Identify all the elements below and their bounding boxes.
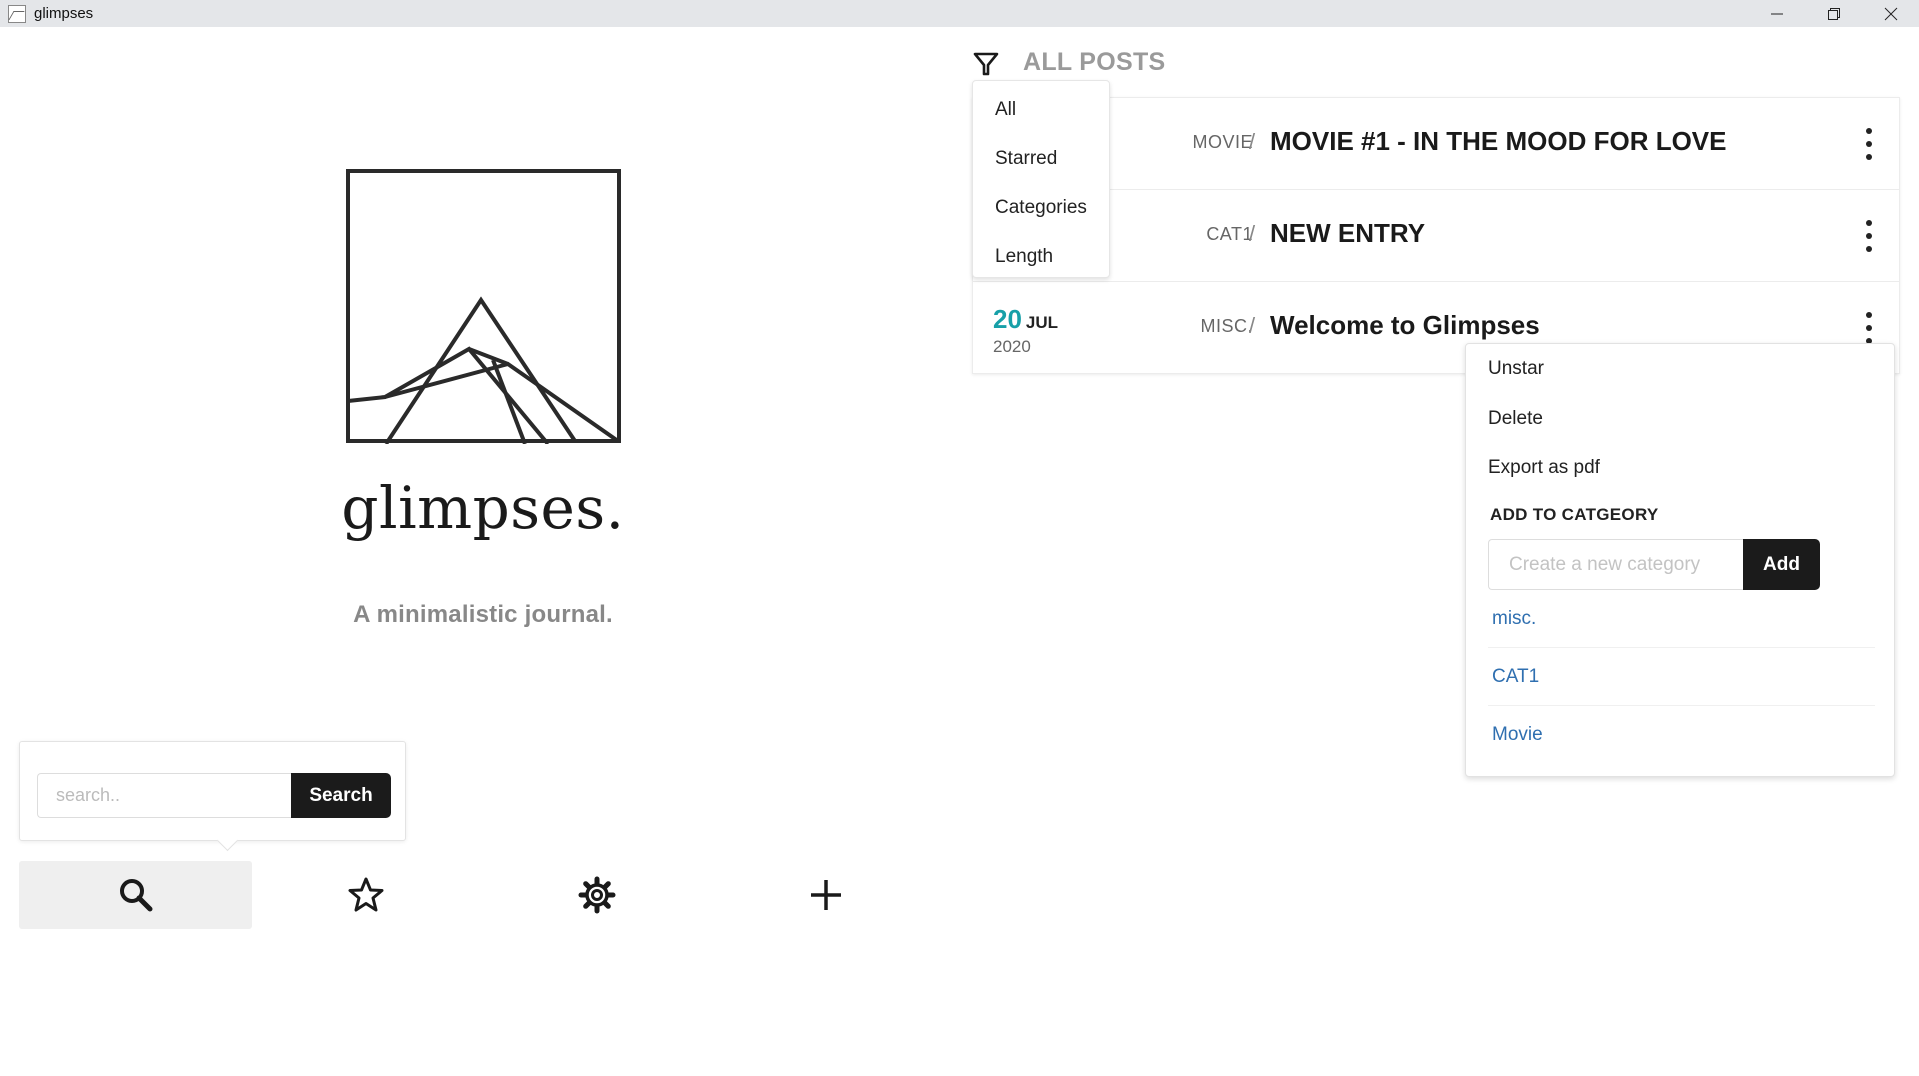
unstar-menu-item[interactable]: Unstar	[1488, 358, 1544, 380]
nav-settings-button[interactable]	[480, 861, 713, 929]
window-controls	[1748, 0, 1919, 27]
plus-icon	[810, 880, 841, 910]
minimize-icon	[1770, 13, 1783, 14]
title-bar: glimpses	[0, 0, 1919, 27]
post-list: MOVIE / MOVIE #1 - IN THE MOOD FOR LOVE …	[972, 97, 1900, 374]
delete-menu-item[interactable]: Delete	[1488, 408, 1543, 430]
post-date-month: JUL	[1025, 313, 1059, 332]
maximize-button[interactable]	[1805, 0, 1862, 27]
nav-search-button[interactable]	[19, 861, 252, 929]
add-to-category-heading: ADD TO CATGEORY	[1490, 505, 1659, 524]
category-list: misc. CAT1 Movie	[1488, 590, 1875, 764]
post-category: CAT1	[1206, 224, 1253, 244]
brand-name: glimpses.	[341, 474, 625, 542]
post-row[interactable]: MOVIE / MOVIE #1 - IN THE MOOD FOR LOVE	[973, 98, 1899, 190]
mountain-logo-icon	[346, 169, 621, 444]
category-option[interactable]: misc.	[1488, 590, 1875, 648]
add-category-button[interactable]: Add	[1743, 539, 1820, 590]
export-pdf-menu-item[interactable]: Export as pdf	[1488, 457, 1600, 479]
post-date-year: 2020	[993, 337, 1031, 356]
post-category: MOVIE	[1192, 132, 1253, 152]
close-icon	[1884, 7, 1897, 20]
post-title[interactable]: MOVIE #1 - IN THE MOOD FOR LOVE	[1270, 126, 1727, 157]
post-title[interactable]: NEW ENTRY	[1270, 218, 1425, 249]
more-options-icon[interactable]	[1863, 220, 1875, 252]
window-title: glimpses	[34, 5, 94, 22]
search-icon	[119, 879, 152, 912]
filter-dropdown: All Starred Categories Length	[972, 80, 1110, 278]
post-row[interactable]: CAT1 / NEW ENTRY	[973, 190, 1899, 282]
post-separator: /	[1249, 313, 1256, 338]
post-separator: /	[1249, 129, 1256, 154]
category-option[interactable]: CAT1	[1488, 648, 1875, 706]
minimize-button[interactable]	[1748, 0, 1805, 27]
new-category-input[interactable]	[1488, 539, 1744, 590]
close-button[interactable]	[1862, 0, 1919, 27]
post-date-day: 20	[993, 304, 1022, 334]
posts-filter-heading[interactable]: ALL POSTS	[1023, 48, 1166, 77]
more-options-icon[interactable]	[1863, 128, 1875, 160]
search-input[interactable]	[37, 773, 292, 818]
app-icon	[8, 4, 26, 23]
post-separator: /	[1249, 221, 1256, 246]
gear-icon	[578, 876, 615, 914]
search-button[interactable]: Search	[291, 773, 391, 818]
filter-icon[interactable]	[973, 51, 999, 77]
post-date: 20 JUL 2020	[993, 304, 1058, 357]
filter-option-categories[interactable]: Categories	[973, 183, 1109, 232]
nav-new-entry-button[interactable]	[709, 861, 942, 929]
post-title[interactable]: Welcome to Glimpses	[1270, 310, 1540, 341]
tagline: A minimalistic journal.	[353, 601, 613, 628]
nav-starred-button[interactable]	[249, 861, 482, 929]
more-options-icon[interactable]	[1863, 312, 1875, 344]
star-icon	[348, 877, 383, 912]
post-category: MISC.	[1200, 316, 1253, 336]
search-popover: Search	[19, 741, 406, 841]
filter-option-length[interactable]: Length	[973, 232, 1109, 281]
category-option[interactable]: Movie	[1488, 706, 1875, 764]
restore-icon	[1827, 7, 1840, 20]
filter-option-all[interactable]: All	[973, 85, 1109, 134]
post-context-menu: Unstar Delete Export as pdf ADD TO CATGE…	[1465, 343, 1895, 777]
filter-option-starred[interactable]: Starred	[973, 134, 1109, 183]
